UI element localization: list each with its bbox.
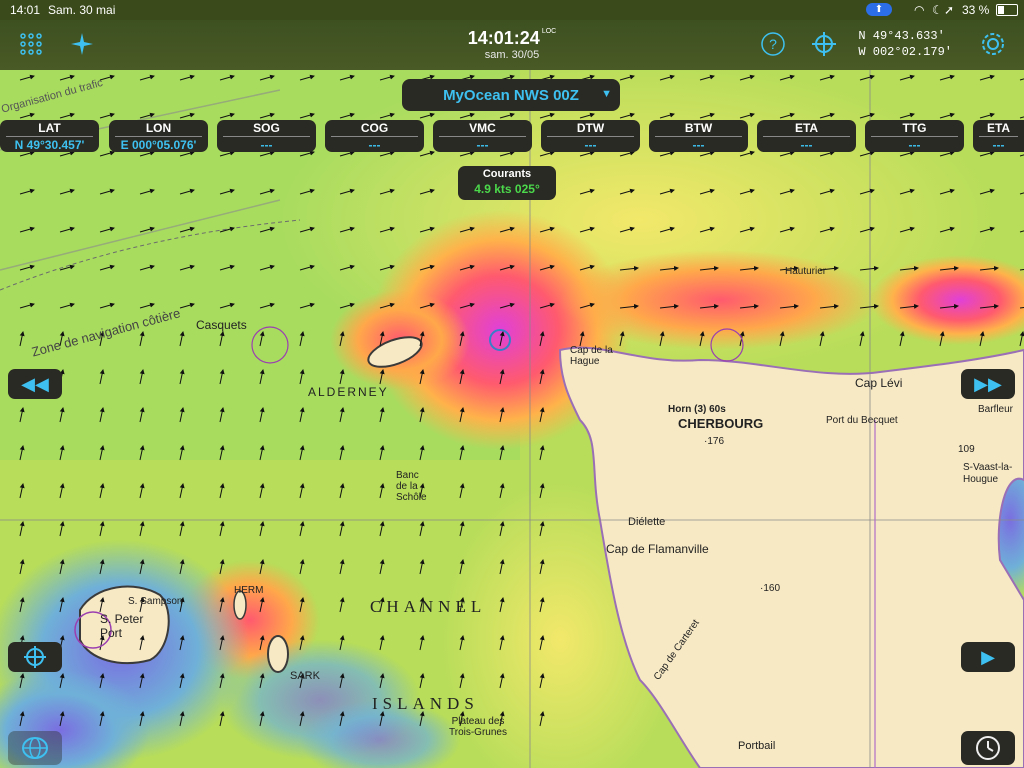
instrument-lat[interactable]: LAT N 49°30.457' <box>0 120 99 152</box>
label-portbail: Portbail <box>738 740 776 752</box>
label-becquet: Port du Becquet <box>826 415 898 426</box>
fast-forward-button[interactable]: ▶▶ <box>961 369 1015 399</box>
clock-time: 14:01:24 <box>467 28 540 48</box>
svg-text:?: ? <box>769 36 777 52</box>
label-herm: HERM <box>234 585 264 596</box>
location-icon: ⬆ <box>866 3 892 16</box>
center-position-button[interactable] <box>8 642 62 672</box>
status-date: Sam. 30 mai <box>48 3 116 17</box>
sark-island <box>267 635 289 673</box>
status-time: 14:01 <box>10 3 41 17</box>
crosshair-icon <box>24 646 46 668</box>
label-alderney: ALDERNEY <box>308 385 389 399</box>
label-channel: CHANNEL <box>370 597 487 616</box>
instrument-ttg[interactable]: TTG --- <box>865 120 964 152</box>
current-label: Courants <box>482 168 532 180</box>
play-icon: ▶ <box>981 646 995 667</box>
label-hauturier: Hauturier <box>785 266 827 277</box>
status-bar: 14:01 Sam. 30 mai ⬆ ◠ ☾ ➚ 33 % <box>0 0 1024 20</box>
label-horn-cherbourg: Horn (3) 60s <box>668 404 726 415</box>
rewind-button[interactable]: ◀◀ <box>8 369 62 399</box>
fast-forward-icon: ▶▶ <box>974 373 1002 394</box>
instrument-bar: LAT N 49°30.457' LON E 000°05.076' SOG --- … <box>0 120 1024 154</box>
current-readout: Courants 4.9 kts 025° <box>458 166 556 200</box>
label-depth-160: ·160 <box>760 583 781 594</box>
instrument-vmc[interactable]: VMC --- <box>433 120 532 152</box>
top-bar: 14:01:24 LOC sam. 30/05 ? N 49°43.633' W … <box>0 20 1024 70</box>
instrument-btw[interactable]: BTW --- <box>649 120 748 152</box>
instrument-dtw[interactable]: DTW --- <box>541 120 640 152</box>
battery-text: 33 % <box>962 3 990 17</box>
label-cherbourg: CHERBOURG <box>678 416 764 431</box>
label-cap-hague: Cap de la Hague <box>570 345 613 367</box>
globe-button[interactable] <box>8 731 62 765</box>
label-dielette: Diélette <box>628 516 666 528</box>
label-depth-109: 109 <box>958 444 975 455</box>
rewind-icon: ◀◀ <box>21 373 49 394</box>
label-sehole: Banc de la Schôle <box>396 470 427 503</box>
instrument-cog[interactable]: COG --- <box>325 120 424 152</box>
position-lat: N 49°43.633' <box>858 29 945 43</box>
time-clock-button[interactable] <box>961 731 1015 765</box>
label-cap-levi: Cap Lévi <box>855 376 903 390</box>
label-st-vaast: S-Vaast-la-Hougue <box>963 462 1013 485</box>
clock-loc: LOC <box>541 28 557 35</box>
instrument-eta[interactable]: ETA --- <box>757 120 856 152</box>
settings-gear-icon[interactable] <box>979 30 1007 58</box>
position-crosshair-icon[interactable] <box>810 30 838 58</box>
label-peter-port: S. Peter Port <box>100 612 144 640</box>
label-islands: ISLANDS <box>372 694 479 713</box>
model-selector[interactable]: MyOcean NWS 00Z ▼ <box>402 79 620 111</box>
play-button[interactable]: ▶ <box>961 642 1015 672</box>
nav-arrow-icon: ➚ <box>944 3 955 17</box>
position-readout: N 49°43.633' W 002°02.179' <box>858 28 952 60</box>
wifi-icon: ◠ <box>914 3 925 17</box>
label-sark: SARK <box>290 670 320 682</box>
help-icon[interactable]: ? <box>759 30 787 58</box>
clock-icon <box>976 736 1000 760</box>
label-depth-176: ·176 <box>704 436 725 447</box>
battery-icon <box>996 4 1018 16</box>
moon-icon: ☾ <box>932 3 943 17</box>
current-value: 4.9 kts 025° <box>474 182 540 196</box>
label-barfleur: Barfleur <box>978 404 1014 415</box>
globe-icon <box>22 737 48 759</box>
label-plateau: Plateau des Trois-Grunes <box>449 716 507 738</box>
label-flamanville: Cap de Flamanville <box>606 542 709 556</box>
model-selector-label: MyOcean NWS 00Z <box>443 86 579 104</box>
instrument-eta-2[interactable]: ETA --- <box>973 120 1024 152</box>
label-casquets: Casquets <box>196 318 247 332</box>
instrument-lon[interactable]: LON E 000°05.076' <box>109 120 208 152</box>
position-lon: W 002°02.179' <box>858 45 952 59</box>
instrument-sog[interactable]: SOG --- <box>217 120 316 152</box>
dropdown-triangle-icon: ▼ <box>601 88 612 100</box>
label-sampson: S. Sampson <box>128 596 183 607</box>
